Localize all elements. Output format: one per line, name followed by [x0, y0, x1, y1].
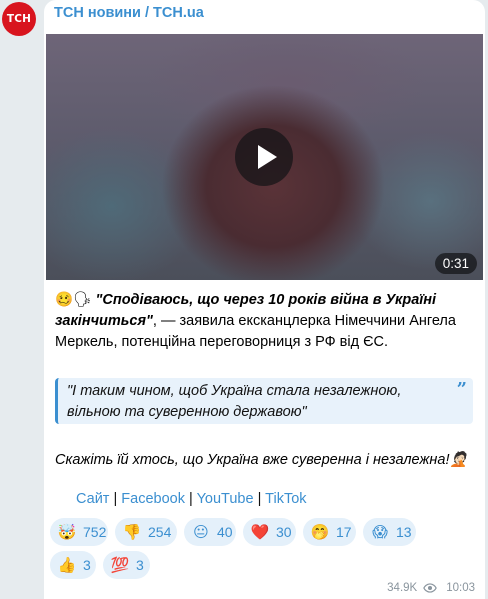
- video-duration: 0:31: [434, 253, 477, 274]
- blockquote-text: "І таким чином, щоб Україна стала незале…: [67, 383, 402, 420]
- link-separator: |: [257, 491, 262, 507]
- thumbs-up-icon: 👍: [57, 556, 77, 574]
- facepalm-emoji: 🤦🏻: [449, 452, 468, 468]
- link-youtube[interactable]: YouTube: [197, 491, 254, 507]
- reaction-count: 254: [148, 524, 172, 540]
- eye-icon: [423, 583, 437, 593]
- reaction-count: 40: [217, 524, 233, 540]
- view-count: 34.9K: [387, 582, 418, 594]
- link-separator: |: [189, 491, 193, 507]
- reaction-thumbs-up[interactable]: 👍 3: [50, 551, 96, 579]
- reaction-hand-over-mouth[interactable]: 🤭 17: [303, 518, 356, 546]
- closing-paragraph: Скажіть їй хтось, що Україна вже суверен…: [55, 450, 480, 471]
- reaction-thumbs-down[interactable]: 👎 254: [115, 518, 177, 546]
- channel-avatar[interactable]: ТСН: [2, 2, 36, 36]
- reaction-heart[interactable]: ❤️ 30: [243, 518, 296, 546]
- screaming-face-icon: 😱: [372, 523, 388, 541]
- heart-icon: ❤️: [250, 523, 270, 541]
- links-row: Сайт | Facebook | YouTube | TikTok: [76, 491, 307, 507]
- reaction-count: 752: [83, 524, 107, 540]
- reaction-count: 3: [83, 557, 91, 573]
- post-lead-paragraph: 🥴🗣 "Сподіваюсь, що через 10 років війна …: [55, 290, 480, 353]
- exploding-head-icon: 🤯: [57, 523, 77, 541]
- link-site[interactable]: Сайт: [76, 491, 109, 507]
- hundred-points-icon: 💯: [110, 556, 130, 574]
- channel-name[interactable]: ТСН новини / TCH.ua: [54, 5, 204, 21]
- reaction-exploding-head[interactable]: 🤯 752: [50, 518, 108, 546]
- reaction-count: 3: [136, 557, 144, 573]
- play-icon[interactable]: [235, 128, 293, 186]
- reaction-count: 13: [396, 524, 412, 540]
- reaction-count: 17: [336, 524, 352, 540]
- reaction-neutral-face[interactable]: 😐 40: [184, 518, 236, 546]
- lead-emojis: 🥴🗣: [55, 292, 92, 308]
- quote-icon: ”: [456, 379, 467, 400]
- message-meta: 34.9K 10:03: [387, 581, 475, 595]
- closing-text: Скажіть їй хтось, що Україна вже суверен…: [55, 452, 450, 468]
- message-bubble: ТСН новини / TCH.ua 0:31 🥴🗣 "Сподіваюсь,…: [44, 0, 485, 599]
- neutral-face-icon: 😐: [193, 523, 209, 541]
- reaction-hundred[interactable]: 💯 3: [103, 551, 150, 579]
- link-separator: |: [113, 491, 118, 507]
- message-time: 10:03: [446, 582, 475, 594]
- link-facebook[interactable]: Facebook: [121, 491, 185, 507]
- blockquote: "І таким чином, щоб Україна стала незале…: [55, 378, 473, 424]
- reaction-screaming-face[interactable]: 😱 13: [363, 518, 416, 546]
- thumbs-down-icon: 👎: [122, 523, 142, 541]
- reaction-count: 30: [276, 524, 292, 540]
- video-player[interactable]: 0:31: [46, 34, 483, 280]
- link-tiktok[interactable]: TikTok: [265, 491, 306, 507]
- avatar-text: ТСН: [6, 13, 32, 25]
- hand-over-mouth-icon: 🤭: [310, 523, 330, 541]
